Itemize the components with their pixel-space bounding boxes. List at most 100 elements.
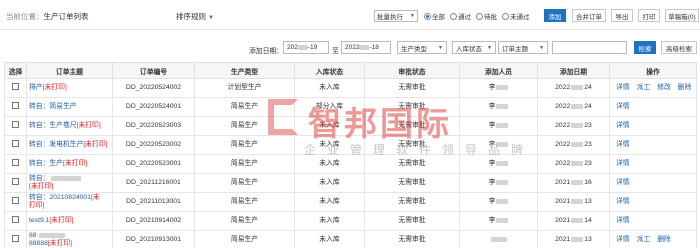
row-action-link[interactable]: 删除 [657, 236, 671, 244]
stock-status-select[interactable]: 入库状态 ▼ [452, 41, 496, 54]
row-actions: 详情 派工 删除 [612, 236, 694, 244]
radio-pending[interactable]: 待批 [476, 11, 497, 21]
select-cell[interactable] [4, 116, 27, 136]
column-header[interactable]: 审批状态 [364, 62, 460, 79]
row-action-link[interactable]: 派工 [637, 84, 651, 92]
row-checkbox[interactable] [12, 140, 19, 147]
date-to-label: 至 [332, 48, 339, 55]
row-checkbox[interactable] [12, 235, 19, 242]
column-header[interactable]: 订单主题 [26, 62, 113, 79]
row-action-link[interactable]: 详情 [616, 103, 630, 111]
date-head: 2022 [555, 103, 571, 110]
table-row[interactable]: 转自：生产[未打印] DD_20220523001 简易生产 未入库 无需审批 … [4, 154, 697, 174]
row-actions: 详情 [612, 179, 694, 187]
order-subject-cell: 88 88888[未打印] [26, 230, 113, 248]
row-action-link[interactable]: 详情 [616, 236, 630, 244]
row-checkbox[interactable] [12, 197, 19, 204]
order-subject-link[interactable]: 排产 [29, 84, 43, 91]
table-row[interactable]: test9.1[未打印] DD_20210914002 简易生产 未入库 无需审… [4, 211, 697, 231]
order-subject-link[interactable]: 转自：发电机生产 [29, 141, 83, 148]
table-row[interactable]: 转自：发电机生产[未打印] DD_20220523002 简易生产 未入库 无需… [4, 135, 697, 155]
search-input[interactable] [552, 41, 627, 54]
row-action-link[interactable]: 派工 [637, 236, 651, 244]
row-checkbox[interactable] [12, 159, 19, 166]
order-subject-link[interactable]: 转自： [29, 175, 49, 182]
stock-status-cell: 未入库 [294, 116, 365, 136]
advanced-search-button[interactable]: 高级检索 [661, 41, 697, 54]
row-checkbox[interactable] [12, 216, 19, 223]
row-action-link[interactable]: 详情 [616, 198, 630, 206]
column-header[interactable]: 添加人员 [459, 62, 538, 79]
table-row[interactable]: 转自：简易生产 DD_20220524001 简易生产 部分入库 无需审批 李 … [4, 97, 697, 117]
order-subject-link[interactable]: test9.1 [29, 217, 49, 224]
redacted-mark [496, 217, 509, 223]
export-button[interactable]: 导出 [611, 9, 633, 22]
order-subject-value: 订单主题 [502, 45, 528, 53]
print-button[interactable]: 打印 [638, 9, 660, 22]
row-checkbox[interactable] [12, 102, 19, 109]
radio-approved[interactable]: 通过 [450, 11, 471, 21]
order-subject-link[interactable]: 转自：生产 [29, 160, 63, 167]
approval-status-cell: 无需审批 [364, 97, 460, 117]
column-header[interactable]: 订单编号 [112, 62, 195, 79]
select-cell[interactable] [4, 97, 27, 117]
column-header[interactable]: 生产类型 [194, 62, 295, 79]
stock-status-cell: 未入库 [294, 135, 365, 155]
merge-orders-button[interactable]: 合并订单 [572, 9, 606, 22]
column-header: 操作 [609, 62, 697, 79]
select-cell[interactable] [4, 135, 27, 155]
column-header[interactable]: 添加日期 [537, 62, 610, 79]
added-by-cell: 李 [459, 211, 538, 231]
row-action-link[interactable]: 详情 [616, 141, 630, 149]
search-button[interactable]: 检索 [634, 41, 656, 54]
column-header[interactable]: 入库状态 [294, 62, 365, 79]
select-cell[interactable] [4, 211, 27, 231]
table-row[interactable]: 转自：20210824001[未 打印] DD_20211013001 简易生产 … [4, 192, 697, 212]
order-subject-link[interactable]: 转自：生产卷尺 [29, 122, 77, 129]
order-subject-line2[interactable]: 88888 [29, 240, 48, 247]
unprinted-tag: [未打印] [76, 122, 101, 129]
row-actions: 详情 [612, 217, 694, 225]
redacted-mark [496, 141, 509, 147]
table-row[interactable]: 转自：生产卷尺[未打印] DD_20220523003 简易生产 未入库 无需审… [4, 116, 697, 136]
select-cell[interactable] [4, 230, 27, 248]
date-to-head: 2022 [345, 44, 360, 51]
table-row[interactable]: 转自： [未打印] DD_20211216001 简易生产 未入库 无需审批 李 … [4, 173, 697, 193]
production-type-cell: 计划型生产 [194, 78, 295, 98]
table-row[interactable]: 排产[未打印] DD_20220524002 计划型生产 未入库 无需审批 李 … [4, 78, 697, 98]
date-from-input[interactable]: 202 -19 [283, 41, 329, 54]
redacted-mark [297, 44, 308, 50]
row-checkbox[interactable] [12, 178, 19, 185]
radio-all[interactable]: 全部 [424, 11, 445, 21]
row-action-link[interactable]: 详情 [616, 179, 630, 187]
row-action-link[interactable]: 删除 [678, 84, 692, 92]
order-subject-select[interactable]: 订单主题 ▼ [498, 41, 548, 54]
chevron-down-icon: ▼ [438, 44, 443, 51]
row-checkbox[interactable] [12, 83, 19, 90]
radio-rejected[interactable]: 未通过 [502, 11, 530, 21]
row-action-link[interactable]: 修改 [657, 84, 671, 92]
row-action-link[interactable]: 详情 [616, 122, 630, 130]
order-subject-link[interactable]: 88 [29, 232, 37, 239]
row-action-link[interactable]: 详情 [616, 217, 630, 225]
sort-rule-menu[interactable]: 排序规则 ▼ [176, 11, 214, 22]
added-by-name: 李 [488, 160, 496, 167]
select-cell[interactable] [4, 192, 27, 212]
radio-dot [424, 12, 431, 20]
added-by-cell: 李 [459, 192, 538, 212]
select-cell[interactable] [4, 154, 27, 174]
date-to-input[interactable]: 2022 -18 [341, 41, 391, 54]
order-subject-link[interactable]: 转自：简易生产 [29, 103, 77, 110]
production-type-select[interactable]: 生产类型 ▼ [397, 41, 447, 54]
select-cell[interactable] [4, 78, 27, 98]
select-cell[interactable] [4, 173, 27, 193]
batch-action-select[interactable]: 批量执行 ▼ [374, 10, 418, 22]
add-button[interactable]: 添加 [544, 9, 566, 22]
table-row[interactable]: 88 88888[未打印] DD_20210913001 简易生产 未入库 无需审… [4, 230, 697, 248]
row-action-link[interactable]: 详情 [616, 84, 630, 92]
row-action-link[interactable]: 详情 [616, 160, 630, 168]
approval-status-cell: 无需审批 [364, 135, 460, 155]
drafts-button[interactable]: 草稿箱(0) [665, 9, 699, 22]
row-checkbox[interactable] [12, 121, 19, 128]
order-subject-link[interactable]: 转自：20210824001 [29, 194, 91, 201]
